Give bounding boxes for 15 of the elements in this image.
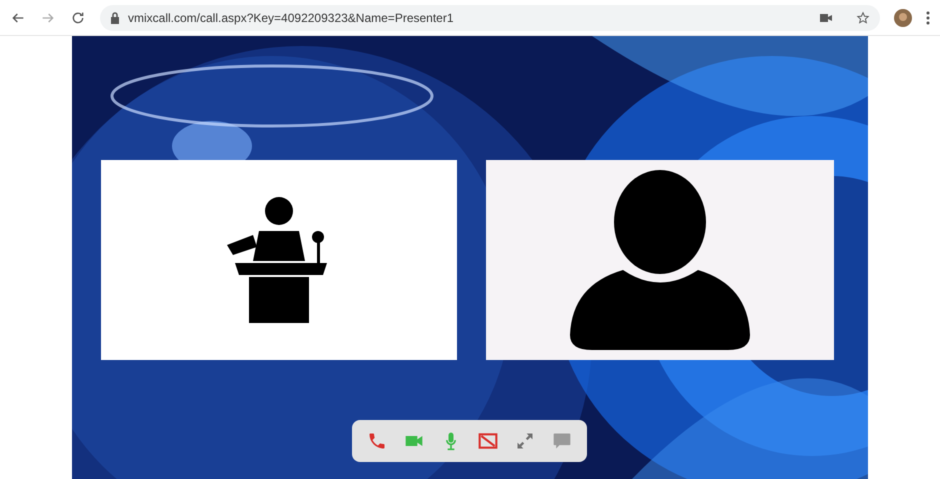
menu-icon[interactable] <box>926 10 930 24</box>
url-text: vmixcall.com/call.aspx?Key=4092209323&Name=Presenter1 <box>128 10 454 24</box>
chat-bubble-icon[interactable] <box>554 434 570 448</box>
address-bar[interactable]: vmixcall.com/call.aspx?Key=4092209323&Name=Presenter1 <box>100 4 880 30</box>
phone-icon[interactable] <box>370 434 384 448</box>
person-silhouette-icon <box>568 170 752 350</box>
microphone-icon[interactable] <box>446 432 456 450</box>
expand-arrows-icon[interactable] <box>518 434 532 448</box>
star-icon[interactable] <box>856 10 870 24</box>
lock-icon <box>110 12 120 24</box>
avatar-icon[interactable] <box>894 8 912 26</box>
video-camera-icon[interactable] <box>406 436 422 446</box>
reload-icon[interactable] <box>70 10 86 26</box>
camera-icon[interactable] <box>820 12 832 22</box>
crossed-screen-icon[interactable] <box>478 433 498 449</box>
